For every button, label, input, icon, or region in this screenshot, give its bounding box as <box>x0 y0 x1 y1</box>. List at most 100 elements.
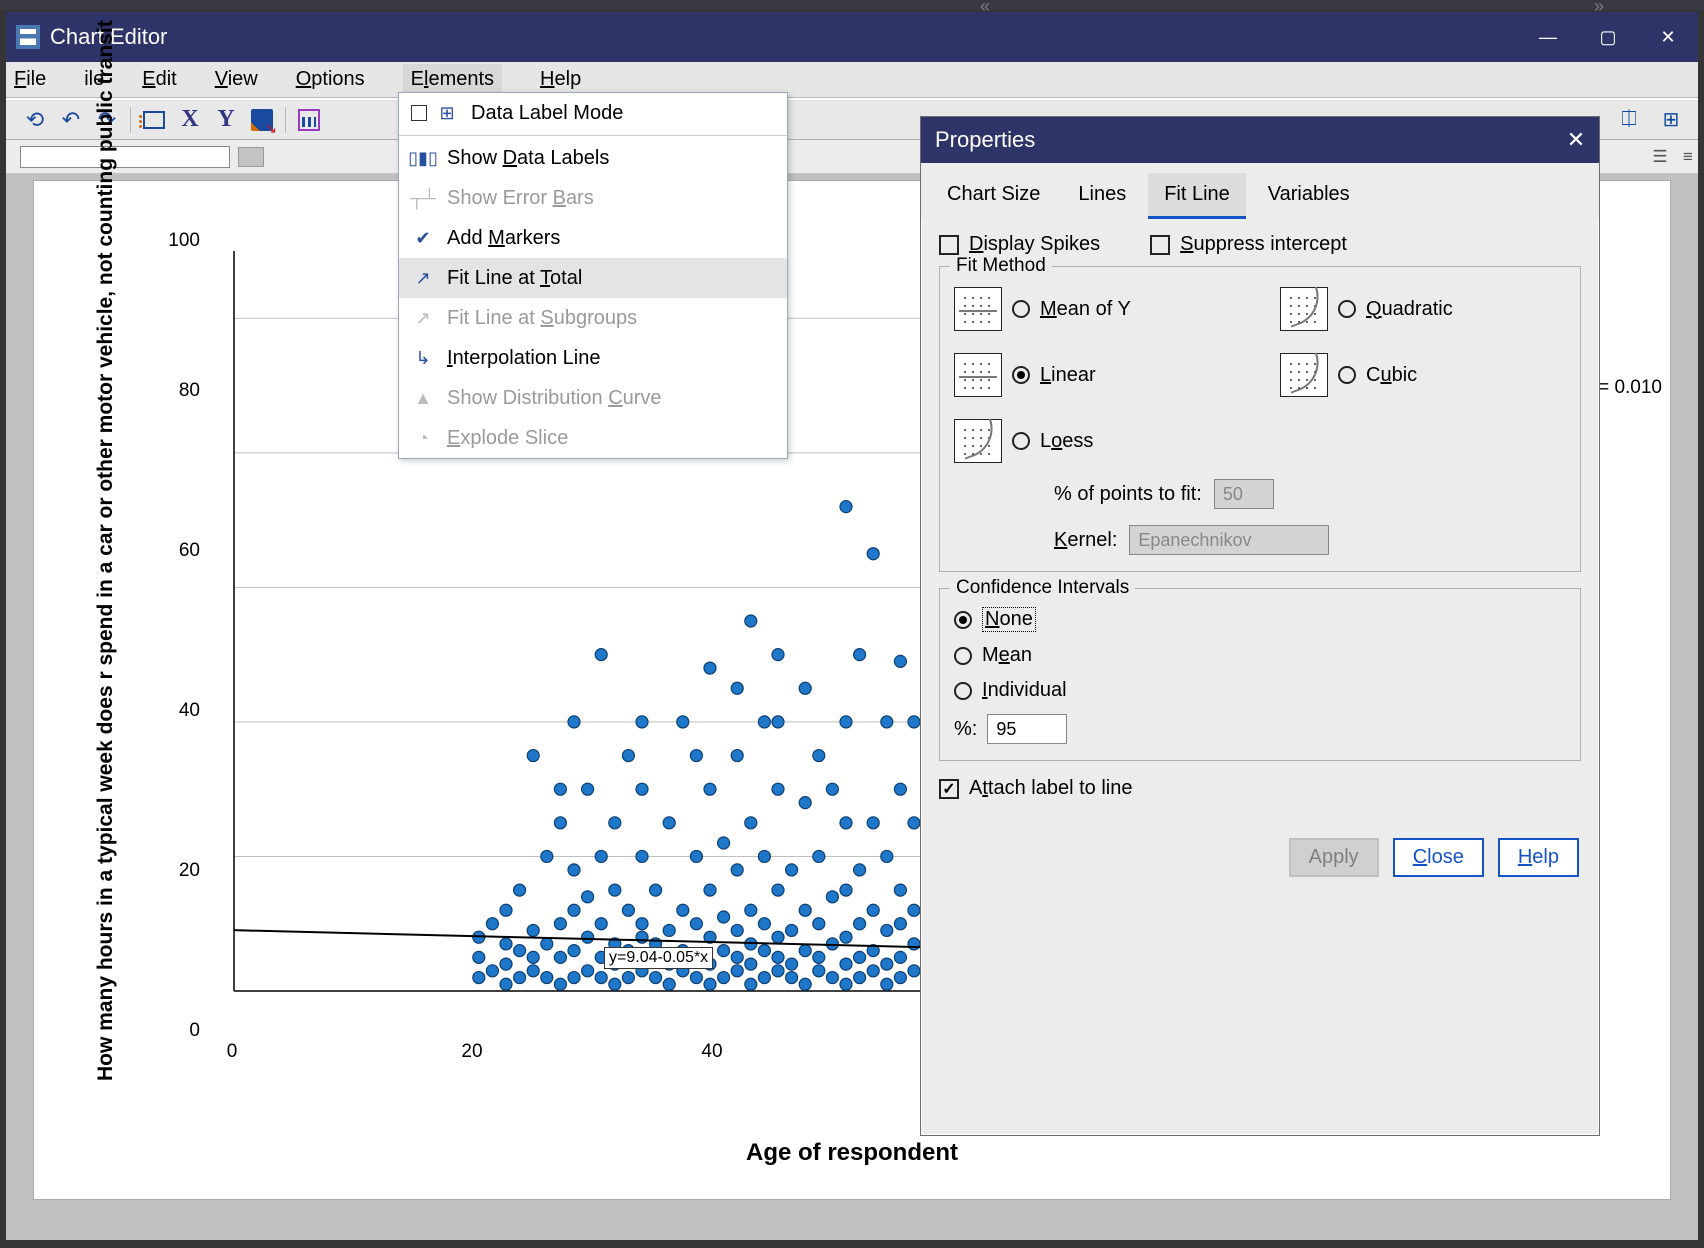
pct-points-input <box>1214 479 1274 509</box>
help-button[interactable]: Help <box>1498 838 1579 877</box>
tab-chart-size[interactable]: Chart Size <box>931 173 1056 219</box>
window-close-button[interactable]: ✕ <box>1638 12 1698 62</box>
properties-close-button[interactable]: ✕ <box>1553 117 1599 163</box>
x-axis-label[interactable]: Age of respondent <box>34 1139 1670 1167</box>
radio-ci-mean[interactable]: Mean <box>954 644 1566 667</box>
loess-thumb-icon <box>954 419 1002 463</box>
kernel-select <box>1129 525 1329 555</box>
y-axis-icon[interactable]: Y <box>213 107 239 133</box>
menu-item-explode-slice: ◔ Explode Slice <box>399 418 787 458</box>
radio-icon <box>954 611 972 629</box>
fit-method-legend: Fit Method <box>950 255 1052 277</box>
toolbar-separator <box>285 107 286 133</box>
ci-percent-input[interactable] <box>987 714 1067 744</box>
transpose-icon[interactable] <box>249 107 275 133</box>
x-tick: 40 <box>701 1041 722 1063</box>
chart-options-icon[interactable]: ⎅ <box>1616 107 1642 133</box>
menu-item-distribution-curve: ▲ Show Distribution Curve <box>399 378 787 418</box>
tab-lines[interactable]: Lines <box>1062 173 1142 219</box>
window-maximize-button[interactable]: ▢ <box>1578 12 1638 62</box>
checkbox-display-spikes[interactable]: Display Spikes <box>939 233 1100 256</box>
checkbox-icon <box>1150 235 1170 255</box>
data-chart-icon[interactable] <box>296 107 322 133</box>
pct-points-label: % of points to fit: <box>1054 483 1202 506</box>
ci-percent-label: %: <box>954 718 977 741</box>
x-axis-icon[interactable]: X <box>177 107 203 133</box>
x-tick: 0 <box>227 1041 238 1063</box>
properties-titlebar: Properties ✕ <box>921 117 1599 163</box>
quadratic-thumb-icon <box>1280 287 1328 331</box>
radio-mean-of-y[interactable]: Mean of Y <box>954 287 1240 331</box>
fit-equation-label[interactable]: y=9.04-0.05*x <box>604 947 713 969</box>
menu-file[interactable]: FileFileile <box>14 68 104 91</box>
y-tick: 60 <box>179 540 200 562</box>
radio-icon <box>1338 300 1356 318</box>
menu-item-interpolation-line[interactable]: ↳ Interpolation Line <box>399 338 787 378</box>
menu-item-show-error-bars: ┬┴ Show Error Bars <box>399 178 787 218</box>
bar-label-icon: ▯▮▯ <box>411 146 435 170</box>
explode-icon: ◔ <box>411 426 435 450</box>
reset-icon[interactable]: ⟲ <box>22 107 48 133</box>
menu-edit[interactable]: Edit <box>142 68 176 91</box>
error-bar-icon: ┬┴ <box>411 186 435 210</box>
elements-menu-dropdown: ⊞ Data Label Mode ▯▮▯ Show Data Labels ┬… <box>398 92 788 459</box>
menu-item-add-markers[interactable]: ✔ Add Markers <box>399 218 787 258</box>
y-tick: 0 <box>189 1020 200 1042</box>
align-left-icon[interactable]: ≡ <box>1678 147 1698 167</box>
x-tick: 20 <box>461 1041 482 1063</box>
radio-icon <box>1012 432 1030 450</box>
fit-subgroup-icon: ↗ <box>411 306 435 330</box>
chart-options2-icon[interactable]: ⊞ <box>1658 107 1684 133</box>
cubic-thumb-icon <box>1280 353 1328 397</box>
checkbox-suppress-intercept[interactable]: Suppress intercept <box>1150 233 1347 256</box>
fit-method-fieldset: Fit Method Mean of Y Quadratic <box>939 266 1581 572</box>
interpolation-icon: ↳ <box>411 346 435 370</box>
checkbox-icon <box>939 235 959 255</box>
y-axis-label[interactable]: How many hours in a typical week does r … <box>94 20 118 1081</box>
y-tick: 80 <box>179 380 200 402</box>
markers-icon: ✔ <box>411 226 435 250</box>
font-family-input[interactable] <box>20 146 230 168</box>
toolbar-separator <box>130 107 131 133</box>
properties-list-icon[interactable] <box>141 107 167 133</box>
menu-item-show-data-labels[interactable]: ▯▮▯ Show Data Labels <box>399 138 787 178</box>
ci-legend: Confidence Intervals <box>950 577 1135 599</box>
menu-view[interactable]: View <box>215 68 258 91</box>
titlebar: Chart Editor — ▢ ✕ <box>6 12 1698 62</box>
menu-help[interactable]: Help <box>540 68 581 91</box>
properties-tabs: Chart Size Lines Fit Line Variables <box>921 163 1599 219</box>
y-tick: 100 <box>168 230 200 252</box>
align-paragraph-icon[interactable]: ☰ <box>1650 147 1670 167</box>
menu-options[interactable]: Options <box>296 68 365 91</box>
close-button[interactable]: Close <box>1393 838 1484 877</box>
menu-item-fit-line-subgroups: ↗ Fit Line at Subgroups <box>399 298 787 338</box>
y-tick: 40 <box>179 700 200 722</box>
radio-icon <box>1012 300 1030 318</box>
radio-icon <box>954 682 972 700</box>
properties-panel: Properties ✕ Chart Size Lines Fit Line V… <box>920 116 1600 1136</box>
window-minimize-button[interactable]: — <box>1518 12 1578 62</box>
menubar: FileFileile Edit View Options Elements H… <box>6 62 1698 98</box>
radio-ci-none[interactable]: None <box>954 607 1566 632</box>
radio-quadratic[interactable]: Quadratic <box>1280 287 1566 331</box>
properties-title: Properties <box>935 127 1035 153</box>
tab-fit-line[interactable]: Fit Line <box>1148 173 1246 219</box>
radio-ci-individual[interactable]: Individual <box>954 679 1566 702</box>
radio-loess[interactable]: Loess <box>954 419 1240 463</box>
apply-button: Apply <box>1289 838 1379 877</box>
ci-percent-row: %: <box>954 714 1566 744</box>
app-icon <box>16 25 40 49</box>
menu-elements[interactable]: Elements <box>403 64 502 95</box>
checkbox-attach-label[interactable]: Attach label to line <box>939 777 1581 800</box>
linear-thumb-icon <box>954 353 1002 397</box>
menu-item-fit-line-total[interactable]: ↗ Fit Line at Total <box>399 258 787 298</box>
radio-icon <box>954 647 972 665</box>
undo-icon[interactable]: ↶ <box>58 107 84 133</box>
confidence-intervals-fieldset: Confidence Intervals None Mean Individua… <box>939 588 1581 761</box>
radio-linear[interactable]: Linear <box>954 353 1240 397</box>
radio-cubic[interactable]: Cubic <box>1280 353 1566 397</box>
radio-icon <box>1012 366 1030 384</box>
menu-item-data-label-mode[interactable]: ⊞ Data Label Mode <box>399 93 787 133</box>
formatbar-dropdown[interactable] <box>238 147 264 167</box>
tab-variables[interactable]: Variables <box>1252 173 1366 219</box>
